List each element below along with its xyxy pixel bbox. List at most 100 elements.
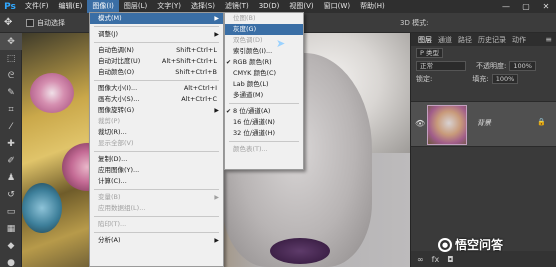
tab-channels[interactable]: 通道 bbox=[435, 35, 455, 45]
history-brush-tool-icon[interactable]: ↺ bbox=[0, 186, 22, 203]
panel-menu-icon[interactable]: ≡ bbox=[545, 35, 556, 44]
move-tool-icon[interactable]: ✥ bbox=[0, 33, 22, 50]
image_menu-item[interactable]: 自动对比度(U) Alt+Shift+Ctrl+L bbox=[90, 56, 223, 67]
mouse-cursor-icon: ➤ bbox=[276, 37, 286, 50]
layer-style-icon[interactable]: fx bbox=[432, 255, 440, 264]
tab-actions[interactable]: 动作 bbox=[509, 35, 529, 45]
link-layers-icon[interactable]: ∞ bbox=[417, 255, 424, 264]
stamp-tool-icon[interactable]: ♟ bbox=[0, 169, 22, 186]
lock-icon: 🔒 bbox=[537, 118, 546, 126]
menu-separator bbox=[94, 232, 219, 233]
menu-edit[interactable]: 编辑(E) bbox=[54, 0, 88, 13]
image_menu-item-label: 应用数据组(L)... bbox=[98, 204, 146, 212]
tab-history[interactable]: 历史记录 bbox=[475, 35, 509, 45]
image_menu-item[interactable]: 应用图像(Y)... bbox=[90, 165, 223, 176]
mode_submenu-item-label: 16 位/通道(N) bbox=[233, 118, 275, 126]
fill-label: 填充: bbox=[472, 74, 489, 83]
image_menu-item-label: 自动色调(N) bbox=[98, 46, 134, 54]
menu-file[interactable]: 文件(F) bbox=[20, 0, 54, 13]
chat-bubble-icon: ● bbox=[438, 237, 452, 252]
mode-submenu: 位图(B) 灰度(G) 双色调(D) 索引颜色(I)... ✔ RGB 颜色(R) CMYK… bbox=[224, 12, 304, 170]
marquee-tool-icon[interactable]: ⬚ bbox=[0, 50, 22, 67]
canvas-image-lips bbox=[270, 238, 330, 264]
minimize-icon[interactable]: — bbox=[496, 2, 516, 11]
image_menu-item-label: 计算(C)... bbox=[98, 177, 127, 185]
menu-shortcut: Alt+Ctrl+C bbox=[181, 95, 217, 103]
mode_submenu-item[interactable]: ✔ RGB 颜色(R) bbox=[225, 57, 303, 68]
eraser-tool-icon[interactable]: ▭ bbox=[0, 203, 22, 220]
tab-layers[interactable]: 图层 bbox=[415, 35, 435, 45]
brush-tool-icon[interactable]: ✐ bbox=[0, 152, 22, 169]
kind-filter-select[interactable]: P 类型 bbox=[416, 47, 443, 58]
eyedropper-tool-icon[interactable]: ⁄ bbox=[0, 118, 22, 135]
image_menu-item-label: 自动对比度(U) bbox=[98, 57, 141, 65]
fill-input[interactable]: 100% bbox=[491, 73, 519, 84]
mode_submenu-item-label: 32 位/通道(H) bbox=[233, 129, 275, 137]
image_menu-item[interactable]: 自动颜色(O) Shift+Ctrl+B bbox=[90, 67, 223, 78]
mode_submenu-item[interactable]: 16 位/通道(N) bbox=[225, 117, 303, 128]
image_menu-item: 陷印(T)... bbox=[90, 219, 223, 230]
image_menu-item-label: 陷印(T)... bbox=[98, 220, 127, 228]
mode_submenu-item[interactable]: 32 位/通道(H) bbox=[225, 128, 303, 139]
move-tool-icon[interactable]: ✥ bbox=[4, 17, 18, 28]
mode_submenu-item-label: RGB 颜色(R) bbox=[233, 58, 272, 66]
image_menu-item[interactable]: 模式(M) ▶ bbox=[90, 13, 223, 24]
auto-select-checkbox[interactable] bbox=[26, 18, 34, 27]
dodge-tool-icon[interactable]: ● bbox=[0, 254, 22, 267]
menu-shortcut: Alt+Shift+Ctrl+L bbox=[161, 57, 217, 65]
image_menu-item[interactable]: 计算(C)... bbox=[90, 176, 223, 187]
mode_submenu-item-label: 索引颜色(I)... bbox=[233, 47, 273, 55]
image_menu-item[interactable]: 裁切(R)... bbox=[90, 127, 223, 138]
mode_submenu-item[interactable]: 灰度(G) bbox=[225, 24, 303, 35]
3d-mode-label: 3D 模式: bbox=[400, 19, 429, 27]
layer-thumbnail bbox=[427, 105, 467, 145]
menu-separator bbox=[94, 42, 219, 43]
photoshop-logo: Ps bbox=[4, 1, 16, 12]
mode_submenu-item-label: 多通道(M) bbox=[233, 91, 264, 99]
healing-brush-tool-icon[interactable]: ✚ bbox=[0, 135, 22, 152]
close-icon[interactable]: ✕ bbox=[536, 2, 556, 11]
image_menu-item-label: 应用图像(Y)... bbox=[98, 166, 140, 174]
quick-select-tool-icon[interactable]: ✎ bbox=[0, 84, 22, 101]
submenu-arrow-icon: ▶ bbox=[214, 31, 219, 38]
gradient-tool-icon[interactable]: ▦ bbox=[0, 220, 22, 237]
crop-tool-icon[interactable]: ⌗ bbox=[0, 101, 22, 118]
mode_submenu-item[interactable]: 索引颜色(I)... bbox=[225, 46, 303, 57]
layer-row-background[interactable]: 👁 背景 🔒 bbox=[411, 101, 556, 147]
menu-separator bbox=[94, 189, 219, 190]
image_menu-item[interactable]: 调整(J) ▶ bbox=[90, 29, 223, 40]
image_menu-item[interactable]: 分析(A) ▶ bbox=[90, 235, 223, 246]
menu-window[interactable]: 窗口(W) bbox=[319, 0, 355, 13]
mode_submenu-item-label: 灰度(G) bbox=[233, 25, 257, 33]
image_menu-item-label: 分析(A) bbox=[98, 236, 121, 244]
mode_submenu-item-label: 位图(B) bbox=[233, 14, 256, 22]
auto-select-label: 自动选择 bbox=[37, 18, 65, 27]
maximize-icon[interactable]: ▢ bbox=[516, 2, 536, 11]
mode_submenu-item-label: 颜色表(T)... bbox=[233, 145, 268, 153]
add-mask-icon[interactable]: ◘ bbox=[447, 255, 453, 264]
image_menu-item[interactable]: 画布大小(S)... Alt+Ctrl+C bbox=[90, 94, 223, 105]
checkmark-icon: ✔ bbox=[226, 108, 232, 115]
image_menu-item-label: 变量(B) bbox=[98, 193, 121, 201]
mode_submenu-item[interactable]: ✔ 8 位/通道(A) bbox=[225, 106, 303, 117]
opacity-input[interactable]: 100% bbox=[509, 60, 536, 71]
lasso-tool-icon[interactable]: ᘓ bbox=[0, 67, 22, 84]
menu-help[interactable]: 帮助(H) bbox=[355, 0, 390, 13]
mode_submenu-item-label: Lab 颜色(L) bbox=[233, 80, 269, 88]
lock-row: 锁定: 填充: 100% bbox=[411, 72, 556, 85]
image_menu-item[interactable]: 复制(D)... bbox=[90, 154, 223, 165]
image_menu-item[interactable]: 自动色调(N) Shift+Ctrl+L bbox=[90, 45, 223, 56]
tab-paths[interactable]: 路径 bbox=[455, 35, 475, 45]
blur-tool-icon[interactable]: ◆ bbox=[0, 237, 22, 254]
mode_submenu-item[interactable]: Lab 颜色(L) bbox=[225, 79, 303, 90]
eye-icon[interactable]: 👁 bbox=[415, 119, 425, 128]
menu-shortcut: Shift+Ctrl+B bbox=[175, 68, 217, 76]
blend-row: 正常 不透明度: 100% bbox=[411, 59, 556, 72]
image_menu-item[interactable]: 图像旋转(G) ▶ bbox=[90, 105, 223, 116]
menu-separator bbox=[94, 26, 219, 27]
mode_submenu-item[interactable]: 多通道(M) bbox=[225, 90, 303, 101]
mode_submenu-item-label: CMYK 颜色(C) bbox=[233, 69, 277, 77]
mode_submenu-item[interactable]: CMYK 颜色(C) bbox=[225, 68, 303, 79]
blend-mode-select[interactable]: 正常 bbox=[416, 60, 466, 71]
image_menu-item[interactable]: 图像大小(I)... Alt+Ctrl+I bbox=[90, 83, 223, 94]
